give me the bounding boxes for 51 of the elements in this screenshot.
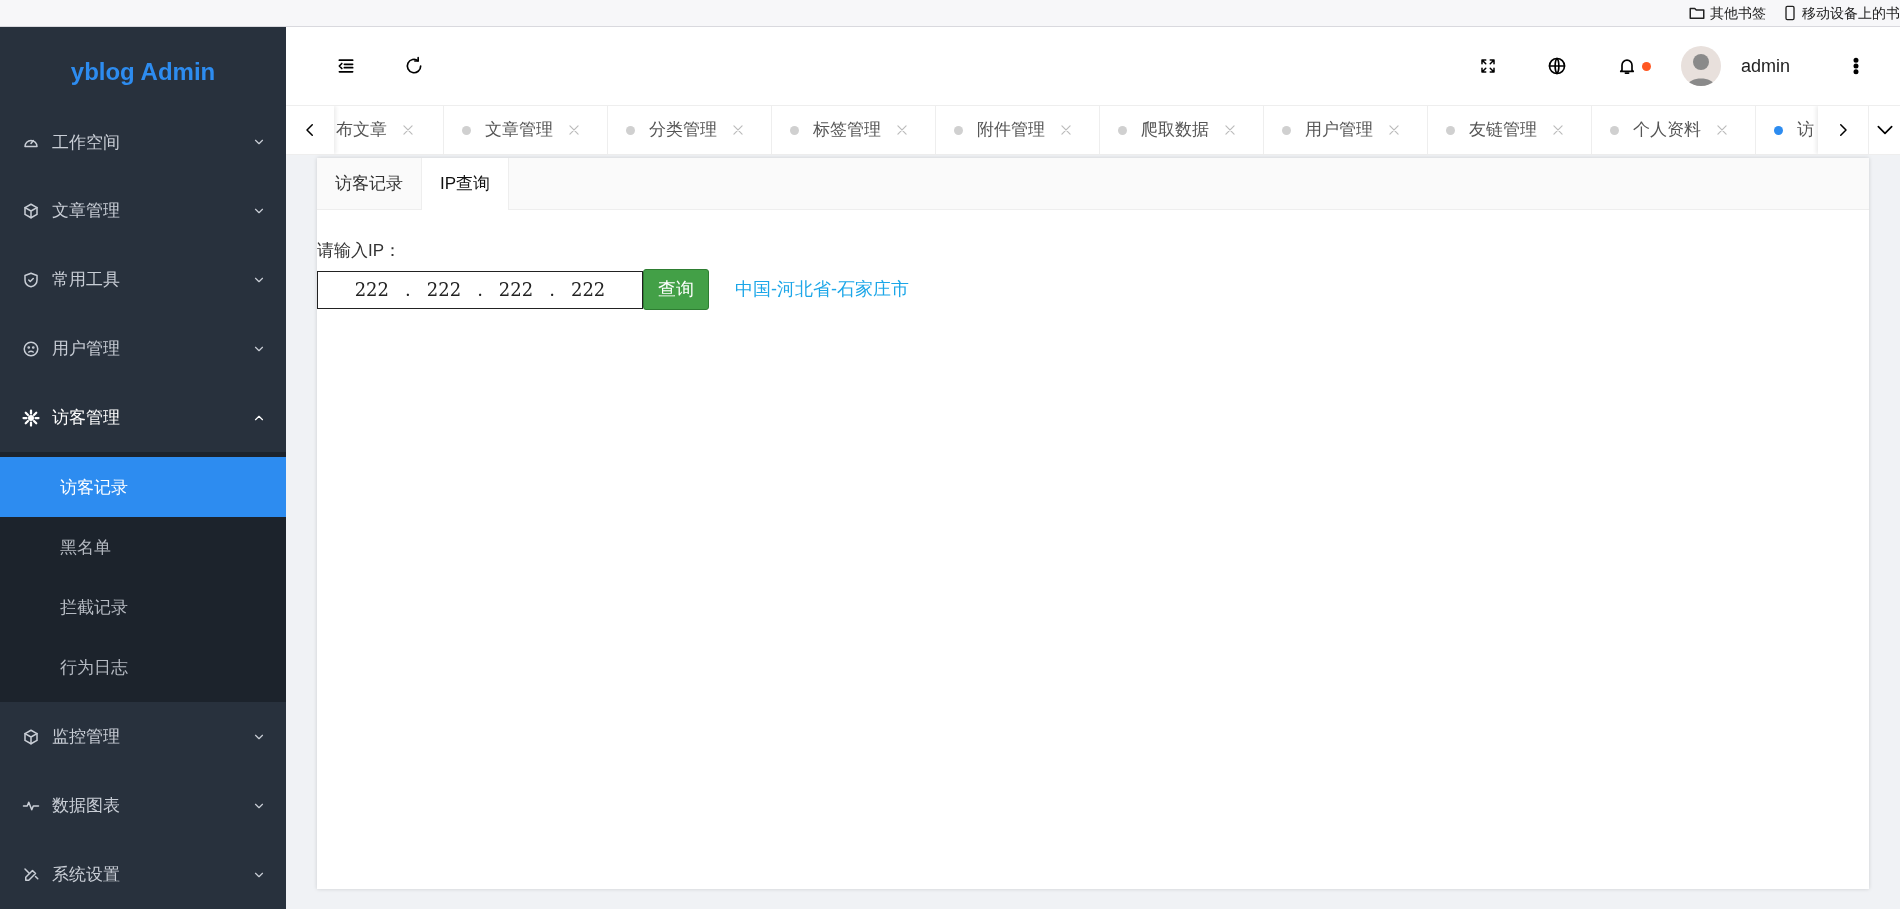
field-label: 请输入IP：: [317, 240, 403, 262]
close-icon[interactable]: [1715, 123, 1729, 137]
fullscreen-icon[interactable]: [1478, 57, 1497, 75]
sidebar-item[interactable]: 文章管理: [0, 176, 286, 246]
username[interactable]: admin: [1740, 52, 1790, 80]
globe-icon[interactable]: [1546, 56, 1567, 76]
ip-input-field[interactable]: 222 . 222 . 222 . 222: [317, 270, 643, 309]
menu-fold-icon[interactable]: [336, 56, 356, 76]
shield-icon: [22, 271, 40, 290]
close-icon[interactable]: [731, 123, 745, 137]
page-tab[interactable]: 布文章: [334, 106, 444, 154]
card-tab[interactable]: 访客记录: [317, 158, 421, 209]
close-icon[interactable]: [895, 123, 909, 137]
page-tab[interactable]: 文章管理: [444, 106, 608, 154]
sidebar-item[interactable]: 工作空间: [0, 107, 286, 177]
submenu-item[interactable]: 黑名单: [0, 517, 286, 578]
submenu-item[interactable]: 拦截记录: [0, 577, 286, 638]
close-icon[interactable]: [567, 123, 581, 137]
sidebar-item[interactable]: 系统设置: [0, 840, 286, 909]
page-tab[interactable]: 爬取数据: [1100, 106, 1264, 154]
close-icon[interactable]: [401, 123, 415, 137]
scroll-left-button[interactable]: [286, 106, 334, 154]
page-tab[interactable]: 分类管理: [608, 106, 772, 154]
sidebar-item[interactable]: 常用工具: [0, 245, 286, 315]
page-tab[interactable]: 用户管理: [1264, 106, 1428, 154]
close-icon[interactable]: [1551, 123, 1565, 137]
phone-icon[interactable]: [1782, 4, 1798, 22]
close-icon[interactable]: [1059, 123, 1073, 137]
gear-icon: [22, 408, 40, 427]
submenu-item[interactable]: 行为日志: [0, 637, 286, 698]
logo-text: yblog Admin: [69, 57, 217, 88]
card-tab[interactable]: IP查询: [421, 158, 510, 210]
sidebar-item[interactable]: 用户管理: [0, 314, 286, 384]
cube-icon: [22, 727, 40, 746]
face-icon: [22, 339, 40, 358]
avatar[interactable]: [1680, 46, 1721, 86]
close-icon[interactable]: [1223, 123, 1237, 137]
sidebar-item[interactable]: 访客管理: [0, 383, 286, 453]
page-tab[interactable]: 标签管理: [772, 106, 936, 154]
page-tab[interactable]: 附件管理: [936, 106, 1100, 154]
page-tab[interactable]: 友链管理: [1428, 106, 1592, 154]
sidebar-item[interactable]: 监控管理: [0, 702, 286, 772]
tools-icon: [22, 865, 40, 884]
sidebar-item[interactable]: 数据图表: [0, 771, 286, 841]
cube-icon: [22, 202, 40, 221]
close-icon[interactable]: [1387, 123, 1401, 137]
ip-location-result: 中国-河北省-石家庄市: [735, 278, 909, 301]
page-tab[interactable]: 个人资料: [1592, 106, 1756, 154]
bookmark-link[interactable]: 其他书签: [1710, 2, 1766, 24]
refresh-icon[interactable]: [404, 56, 424, 76]
bookmark-link[interactable]: 移动设备上的书: [1802, 2, 1900, 24]
